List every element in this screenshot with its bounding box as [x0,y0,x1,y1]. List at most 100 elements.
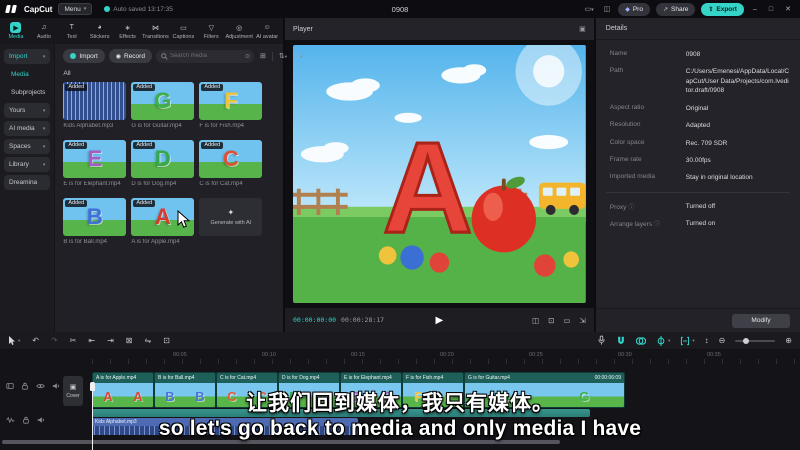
preview-axis-button[interactable]: ▾ [656,335,670,346]
link-clips-icon[interactable] [636,336,647,346]
tab[interactable]: T Text [58,22,86,40]
added-badge: Added [133,84,156,91]
sidebar-item[interactable]: Media [4,67,50,82]
added-badge: Added [201,84,224,91]
zoom-out-icon[interactable]: ⊖ [719,336,726,345]
share-icon: ↗ [662,6,668,13]
media-item-name: G is for Guitar.mp4 [131,123,182,129]
media-item[interactable]: Added Kids Alphabet.mp3 [63,82,127,129]
media-sidebar: Import ▾ Media Subprojects Yours ▾ AI me… [0,44,56,332]
sidebar-item[interactable]: AI media ▾ [4,121,51,136]
media-item[interactable]: Added E E is for Elephant.mp4 [63,140,127,187]
timeline-zoom-slider[interactable] [735,337,776,344]
menu-button[interactable]: Menu ▾ [58,3,93,15]
timeline-tool-button[interactable]: ✂ [70,336,77,345]
grid-view-icon[interactable]: ⊞ [258,52,268,60]
ruler-tick: 00:15 [351,352,365,358]
timeline-tool-button[interactable]: ↶ [32,336,39,345]
chevron-down-icon: ▾ [83,6,87,12]
app-name: CapCut [24,4,53,14]
tab[interactable]: ▭ Captions [169,22,197,41]
play-button[interactable]: ▶ [436,315,444,326]
media-item[interactable]: Added G G is for Guitar.mp4 [131,82,195,129]
modify-button[interactable]: Modify [732,313,790,328]
timeline-tool-button[interactable]: ⇋ [144,336,151,345]
timeline-ruler[interactable]: 00:05 00:10 00:15 00:20 00:25 00:30 00:3… [0,350,800,364]
chevron-down-icon: ▾ [42,161,46,168]
voiceover-mic-icon[interactable] [597,335,606,346]
fit-screen-icon[interactable]: ⊡ [548,316,554,325]
timeline-tool-button[interactable]: ↷ [51,336,58,345]
details-title: Details [595,18,800,40]
tab-icon: ◎ [236,24,243,32]
filter-icon[interactable]: ▽▾ [293,52,305,60]
scene-letter: A [383,115,473,260]
timeline-tool-button[interactable]: ⊡ [163,336,170,345]
timeline-tool-button[interactable]: ⇤ [88,336,95,345]
media-item[interactable]: Added B B is for Ball.mp4 [63,198,127,245]
media-item[interactable]: Added C C is for Cat.mp4 [199,140,263,187]
generate-with-ai-tile[interactable]: ✦ Generate with AI [199,198,263,236]
timeline-tool-button[interactable]: ⊠ [126,336,133,345]
select-tool-button[interactable]: ▾ [8,335,20,346]
tab[interactable]: ☺ AI avatar [253,22,281,40]
search-icon [161,52,168,60]
track-height-icon[interactable]: ↕ [705,336,709,345]
media-item-name: B is for Ball.mp4 [63,239,108,245]
ruler-tick: 00:10 [262,352,276,358]
tab[interactable]: ♫ Audio [30,22,58,40]
media-tabstrip: ▶ Media ♫ Audio T Text ◕ Stickers ∗ Effe… [0,18,283,44]
magnetic-snap-icon[interactable] [616,336,626,346]
added-badge: Added [201,142,224,149]
clip-end-timecode: 00:00:06:09 [594,375,621,381]
share-button[interactable]: ↗ Share [655,2,696,16]
tab-icon: ▶ [10,22,22,33]
tab[interactable]: ◎ Adjustment [225,22,253,41]
video-frame: A [293,45,586,303]
tab-icon: ∗ [124,24,131,32]
timeline-tool-button[interactable]: ⇥ [107,336,114,345]
tab[interactable]: ▶ Media [2,22,30,40]
sidebar-item[interactable]: Dreamina [4,175,51,190]
player-detach-icon[interactable]: ▣ [579,25,586,33]
preview-compare-icon[interactable]: ◫ [532,316,539,325]
zoom-slider-knob[interactable] [743,337,750,344]
pro-button[interactable]: ◆ Pro [618,2,650,16]
zoom-in-icon[interactable]: ⊕ [785,336,792,345]
tab-icon: ⋈ [151,24,159,32]
tab[interactable]: ∗ Effects [114,22,142,41]
info-icon: ⓘ [628,204,635,211]
media-item[interactable]: Added D D is for Dog.mp4 [131,140,195,187]
tab[interactable]: ◕ Stickers [86,22,114,40]
auto-snap-button[interactable]: ▾ [680,336,695,346]
panel-toggle-icon[interactable]: ◫ [602,5,613,13]
media-item[interactable]: Added F F is for Fish.mp4 [199,82,263,129]
record-button[interactable]: ◉ Record [108,49,152,63]
import-button[interactable]: Import [63,49,105,63]
tab[interactable]: ▽ Filters [197,22,225,41]
aspect-ratio-icon[interactable]: ▭ [563,316,570,325]
sidebar-item[interactable]: Spaces ▾ [4,139,51,154]
maximize-button[interactable]: □ [766,6,776,13]
media-item[interactable]: Added A A is for Apple.mp4 [131,198,195,245]
sidebar-item[interactable]: Import ▾ [4,49,51,64]
workspace-layout-icon[interactable]: ▭▾ [582,5,595,13]
export-button[interactable]: ⇪ Export [701,2,744,16]
video-preview[interactable]: A [285,40,594,308]
details-toggle-row: Arrange layers ⓘ Turned on [609,220,716,229]
search-input[interactable] [155,49,254,63]
tab-icon: ◕ [97,24,102,31]
sort-icon[interactable]: ⇅▾ [277,52,289,60]
search-scope-icon: ⊙ [244,53,250,60]
fullscreen-icon[interactable]: ⇲ [580,316,586,325]
close-button[interactable]: ✕ [782,5,794,13]
sidebar-item[interactable]: Library ▾ [4,157,51,172]
tab[interactable]: ⋈ Transitions [142,22,170,41]
added-badge: Added [65,200,88,207]
sidebar-item[interactable]: Subprojects [4,85,50,100]
minimize-button[interactable]: – [750,6,760,13]
titlebar: CapCut Menu ▾ Auto saved 13:17:35 0908 ▭… [0,0,800,18]
player-title: Player [293,25,313,33]
sidebar-item[interactable]: Yours ▾ [4,103,51,118]
chevron-down-icon: ▾ [42,107,46,114]
